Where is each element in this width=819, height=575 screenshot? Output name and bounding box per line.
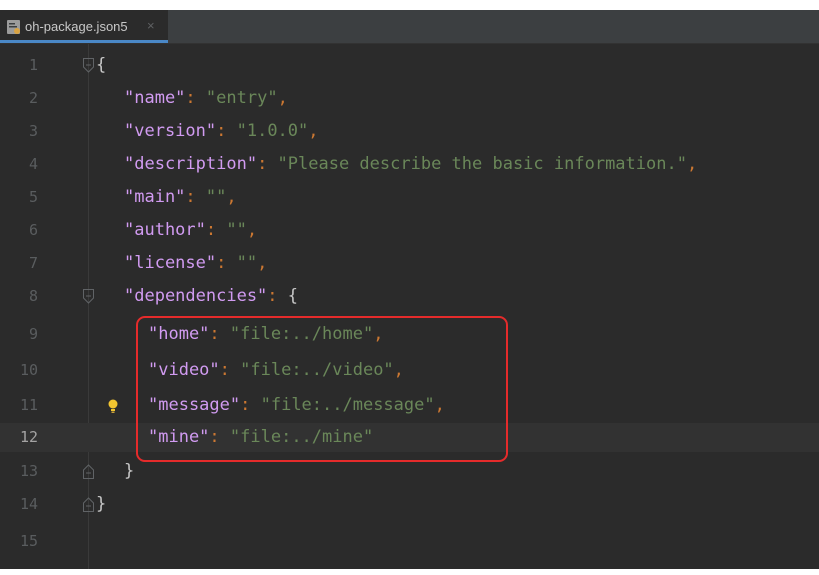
- code-text: }: [124, 461, 135, 481]
- line-number: 10: [19, 361, 38, 379]
- code-line: 7 "license": "",: [0, 249, 819, 278]
- code-text: "dependencies": {: [124, 286, 299, 306]
- line-number: 13: [19, 462, 38, 480]
- top-strip: [0, 0, 819, 10]
- intention-bulb-icon[interactable]: [108, 399, 118, 414]
- fold-icon[interactable]: [82, 57, 95, 74]
- code-line: 14 }: [0, 490, 819, 519]
- line-number: 8: [28, 287, 38, 305]
- code-line: 6 "author": "",: [0, 216, 819, 245]
- code-line: 15: [0, 527, 819, 556]
- bottom-strip: [0, 569, 819, 575]
- code-text: "main": "",: [124, 187, 237, 207]
- code-line: 4 "description": "Please describe the ba…: [0, 150, 819, 179]
- line-number: 12: [19, 428, 38, 446]
- code-text: }: [96, 494, 107, 514]
- code-line: 5 "main": "",: [0, 183, 819, 212]
- code-text: "license": "",: [124, 253, 268, 273]
- fold-icon[interactable]: [82, 463, 95, 480]
- line-number: 9: [28, 325, 38, 343]
- line-number: 6: [28, 221, 38, 239]
- dependencies-highlight-box: [136, 316, 508, 462]
- editor-tab-bar: oh-package.json5 ×: [0, 10, 819, 44]
- code-line: 8 "dependencies": {: [0, 282, 819, 311]
- code-text: "version": "1.0.0",: [124, 121, 319, 141]
- code-text: "name": "entry",: [124, 88, 288, 108]
- code-text: {: [96, 55, 107, 75]
- line-number: 7: [28, 254, 38, 272]
- tab-label: oh-package.json5: [25, 19, 128, 34]
- line-number: 3: [28, 122, 38, 140]
- line-number: 14: [19, 495, 38, 513]
- json5-file-icon: [7, 20, 20, 34]
- code-text: "author": "",: [124, 220, 258, 240]
- code-line: 1 {: [0, 51, 819, 80]
- fold-icon[interactable]: [82, 288, 95, 305]
- code-line: 3 "version": "1.0.0",: [0, 117, 819, 146]
- code-line: 2 "name": "entry",: [0, 84, 819, 113]
- close-icon[interactable]: ×: [147, 18, 155, 33]
- line-number: 5: [28, 188, 38, 206]
- code-text: "description": "Please describe the basi…: [124, 154, 698, 174]
- line-number: 4: [28, 155, 38, 173]
- line-number: 11: [19, 396, 38, 414]
- line-number: 15: [19, 532, 38, 550]
- line-number: 2: [28, 89, 38, 107]
- tab-oh-package-json5[interactable]: oh-package.json5 ×: [0, 10, 168, 43]
- fold-icon[interactable]: [82, 496, 95, 513]
- line-number: 1: [28, 56, 38, 74]
